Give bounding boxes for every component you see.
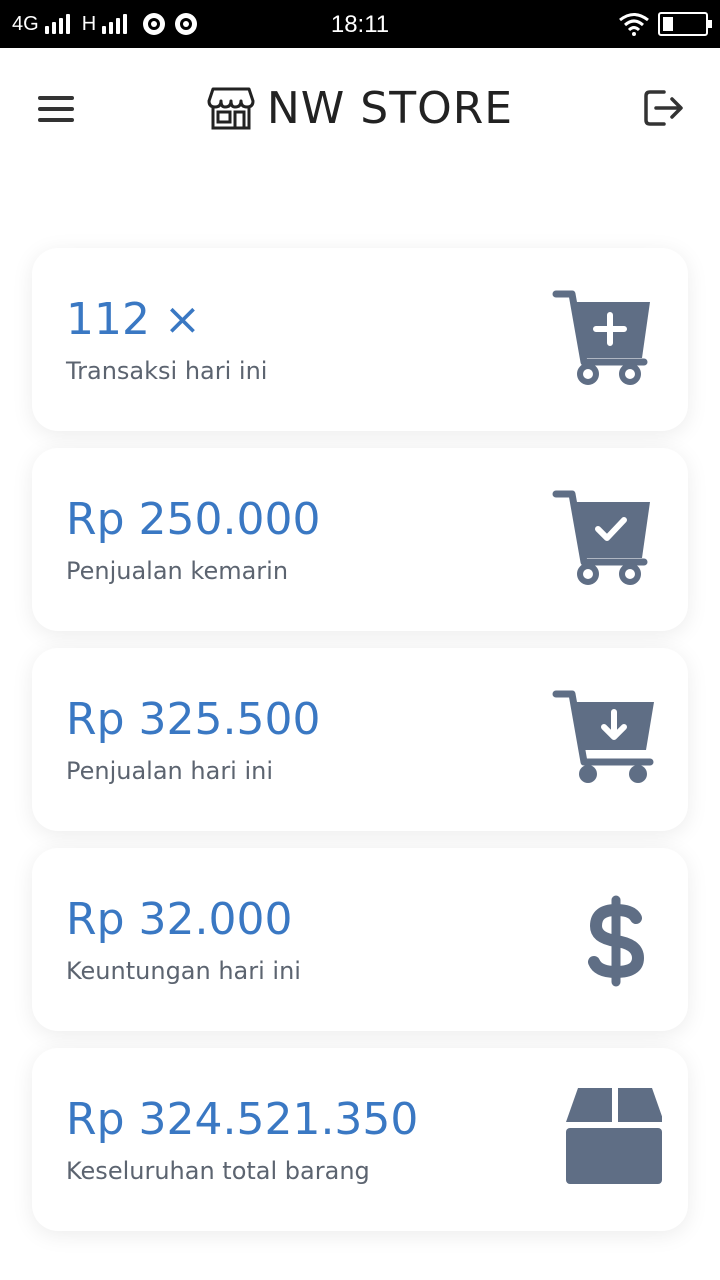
battery-icon — [658, 12, 712, 36]
brand: NW STORE — [0, 82, 720, 136]
card-label: Transaksi hari ini — [66, 357, 268, 385]
card-transactions-today[interactable]: 112 × Transaksi hari ini — [32, 248, 688, 431]
logout-button[interactable] — [640, 86, 686, 130]
clock: 18:11 — [330, 11, 390, 38]
app-header: NW STORE — [0, 48, 720, 178]
wifi-icon — [619, 13, 649, 36]
cart-download-icon — [552, 690, 654, 783]
card-label: Keuntungan hari ini — [66, 957, 301, 985]
card-sales-today[interactable]: Rp 325.500 Penjualan hari ini — [32, 648, 688, 831]
store-icon — [207, 87, 255, 130]
summary-cards: 112 × Transaksi hari ini Rp 250.000 Penj… — [32, 248, 688, 1248]
card-label: Keseluruhan total barang — [66, 1157, 370, 1185]
card-value: Rp 325.500 — [66, 694, 321, 745]
dollar-icon — [588, 895, 645, 987]
card-profit-today[interactable]: Rp 32.000 Keuntungan hari ini — [32, 848, 688, 1031]
app-title: NW STORE — [266, 83, 514, 134]
status-right — [618, 11, 712, 37]
box-icon — [566, 1088, 662, 1184]
cart-check-icon — [552, 490, 650, 585]
card-value: Rp 324.521.350 — [66, 1094, 419, 1145]
card-label: Penjualan kemarin — [66, 557, 289, 585]
logout-icon — [644, 90, 683, 126]
card-sales-yesterday[interactable]: Rp 250.000 Penjualan kemarin — [32, 448, 688, 631]
card-label: Penjualan hari ini — [66, 757, 274, 785]
status-bar: 4G H 18:11 — [0, 0, 720, 48]
card-value: 112 × — [66, 294, 201, 345]
cart-plus-icon — [552, 290, 650, 385]
card-total-goods[interactable]: Rp 324.521.350 Keseluruhan total barang — [32, 1048, 688, 1231]
card-value: Rp 32.000 — [66, 894, 293, 945]
card-value: Rp 250.000 — [66, 494, 321, 545]
